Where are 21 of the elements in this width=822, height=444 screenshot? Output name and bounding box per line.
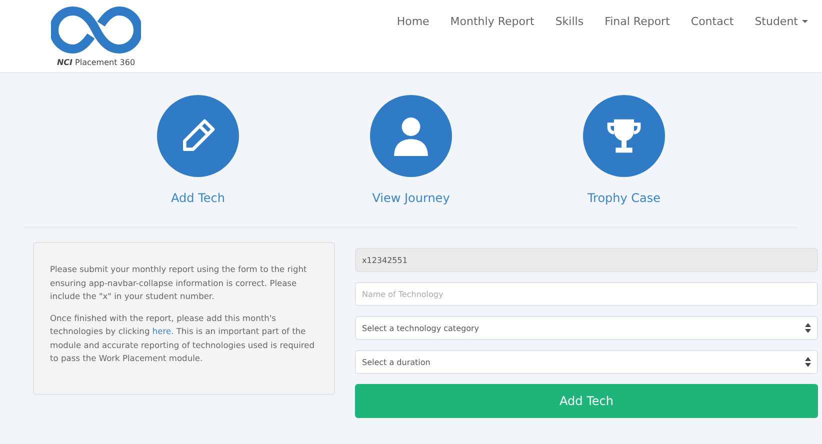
user-icon	[392, 116, 430, 156]
info-paragraph: Once finished with the report, please add this month's technologies by clicking here. This is an important part of the module and accurate reporting of technologies used is required to pass the Work Placement module.	[50, 312, 316, 365]
here-link[interactable]: here	[152, 326, 172, 336]
select-arrows-icon	[805, 357, 811, 367]
caret-icon	[802, 20, 808, 22]
action-link[interactable]: Trophy Case	[587, 191, 661, 205]
nav-link[interactable]: Final Report	[604, 14, 670, 28]
nav-link[interactable]: Home	[396, 14, 430, 28]
nav-link[interactable]: Contact	[690, 14, 734, 28]
nav-link[interactable]: Student	[754, 14, 808, 28]
select-field[interactable]: Select a duration	[355, 350, 818, 374]
nav-link[interactable]: Monthly Report	[450, 14, 534, 28]
select-field[interactable]: Select a technology category	[355, 316, 818, 340]
brand-name: NCI Placement 360	[56, 58, 136, 67]
input-field[interactable]: Name of Technology	[355, 282, 818, 306]
nav-link[interactable]: Skills	[555, 14, 584, 28]
action-link[interactable]: Add Tech	[171, 191, 225, 205]
info-paragraph: Please submit your monthly report using the form to the right ensuring app-navbar-collapse information is correct. Please include the "x" in your student number.	[50, 263, 308, 303]
select-arrows-icon	[805, 323, 811, 333]
action-link[interactable]: View Journey	[372, 191, 450, 205]
logo-icon	[51, 6, 141, 54]
